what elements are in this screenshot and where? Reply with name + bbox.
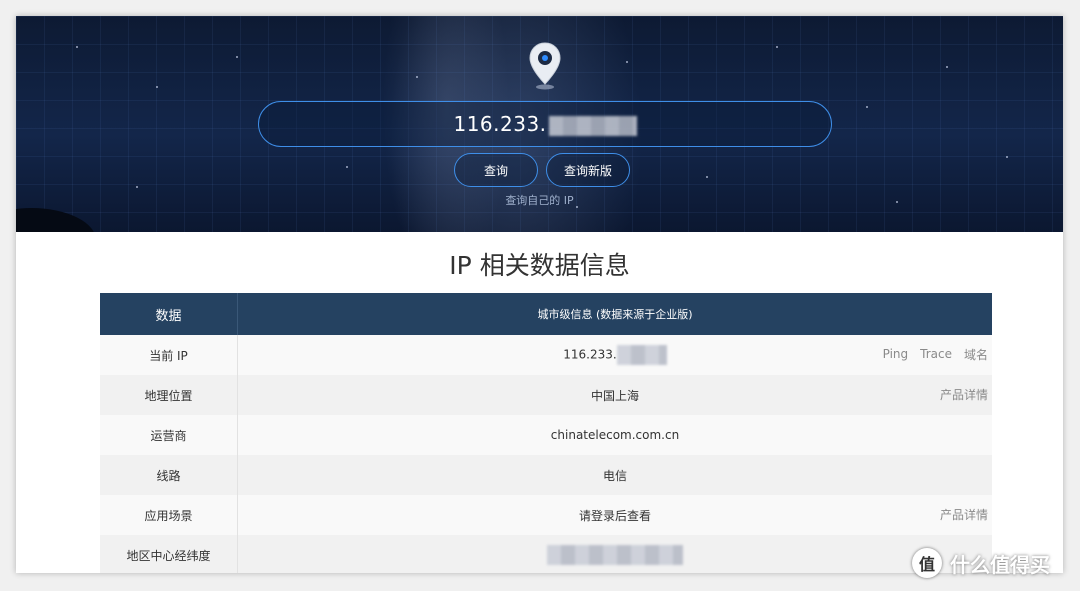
row-label: 应用场景 (100, 495, 238, 535)
domain-link[interactable]: 域名 (964, 346, 988, 363)
table-row: 地区中心经纬度 (100, 535, 992, 573)
location-pin-icon (529, 42, 561, 90)
section-title: IP 相关数据信息 (449, 251, 630, 280)
product-details-link[interactable]: 产品详情 (940, 506, 988, 523)
browser-page: 116.233. 查询 查询新版 查询自己的 IP IP 相关数据信息 数据 城… (16, 16, 1063, 573)
ip-search-input[interactable]: 116.233. (258, 101, 832, 147)
row-value: chinatelecom.com.cn (237, 415, 992, 455)
row-value: 116.233. Ping Trace 域名 (237, 335, 992, 375)
column-header-city-info: 城市级信息 (数据来源于企业版) (237, 293, 992, 335)
row-label: 线路 (100, 455, 238, 495)
table-row: 地理位置 中国上海 产品详情 (100, 375, 992, 415)
row-value: 请登录后查看 产品详情 (237, 495, 992, 535)
row-actions: 产品详情 (940, 495, 988, 533)
query-own-ip-link[interactable]: 查询自己的 IP (16, 192, 1063, 208)
row-value: 中国上海 产品详情 (237, 375, 992, 415)
query-button[interactable]: 查询 (454, 153, 538, 187)
row-value (237, 535, 992, 573)
watermark-text: 什么值得买 (950, 552, 1050, 577)
row-actions: 产品详情 (940, 375, 988, 413)
table-row: 当前 IP 116.233. Ping Trace 域名 (100, 335, 992, 375)
watermark-logo-icon: 值 (912, 548, 942, 578)
column-header-data: 数据 (100, 293, 238, 335)
query-new-version-button[interactable]: 查询新版 (546, 153, 630, 187)
redacted-ip-blur (616, 345, 667, 365)
product-details-link[interactable]: 产品详情 (940, 386, 988, 403)
ip-search-value: 116.233. (453, 112, 637, 136)
redacted-coordinates-blur (547, 545, 683, 565)
redacted-ip-blur (548, 115, 637, 136)
table-header-row: 数据 城市级信息 (数据来源于企业版) (100, 293, 992, 335)
row-label: 当前 IP (100, 335, 238, 375)
table-row: 运营商 chinatelecom.com.cn (100, 415, 992, 455)
row-actions: Ping Trace 域名 (883, 335, 988, 373)
table-row: 应用场景 请登录后查看 产品详情 (100, 495, 992, 535)
row-label: 运营商 (100, 415, 238, 455)
watermark: 值 什么值得买 (912, 548, 1050, 578)
ip-info-table: 数据 城市级信息 (数据来源于企业版) 当前 IP 116.233. Ping … (100, 293, 992, 573)
table-row: 线路 电信 (100, 455, 992, 495)
hero-banner: 116.233. 查询 查询新版 查询自己的 IP (16, 16, 1063, 232)
row-value: 电信 (237, 455, 992, 495)
ping-link[interactable]: Ping (883, 347, 909, 361)
row-label: 地理位置 (100, 375, 238, 415)
row-label: 地区中心经纬度 (100, 535, 238, 573)
trace-link[interactable]: Trace (920, 347, 952, 361)
